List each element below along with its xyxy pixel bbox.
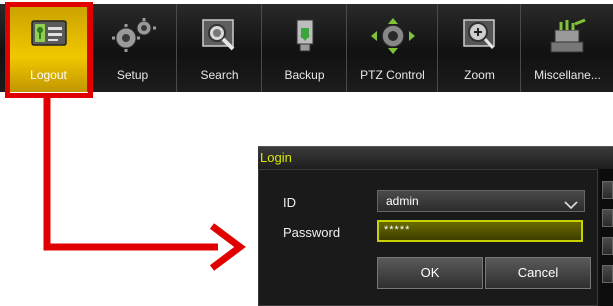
side-button-strip [600,169,613,306]
side-button[interactable] [602,265,613,283]
chevron-down-icon [564,196,578,216]
id-value: admin [386,194,419,208]
dialog-body: ID admin Password ***** OK Cancel [258,169,598,306]
password-field[interactable]: ***** [377,220,583,242]
ok-button[interactable]: OK [377,257,483,289]
id-select[interactable]: admin [377,190,585,212]
cancel-button[interactable]: Cancel [485,257,591,289]
id-label: ID [283,195,296,210]
side-button[interactable] [602,237,613,255]
login-dialog: Login ID admin Password ***** OK Cancel [258,146,613,306]
dialog-title: Login [258,147,613,169]
side-button[interactable] [602,209,613,227]
side-button[interactable] [602,181,613,199]
password-label: Password [283,225,341,240]
